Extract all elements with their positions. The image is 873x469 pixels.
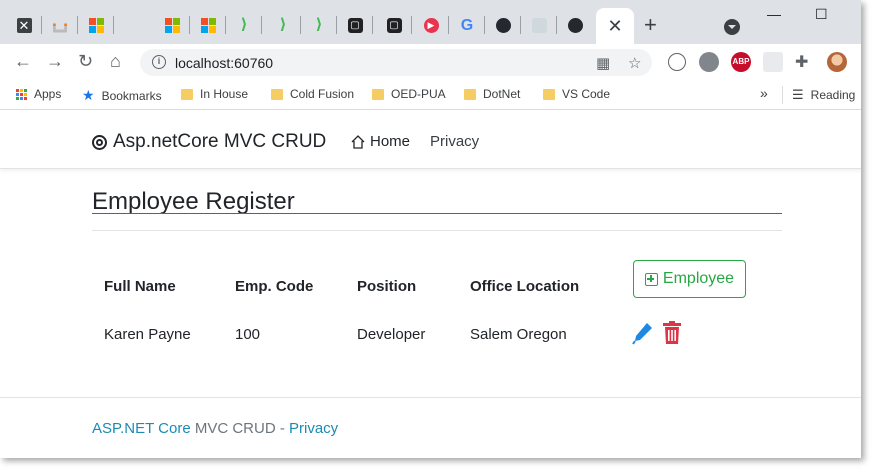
github-icon — [567, 17, 583, 33]
bookmark-vs-code[interactable]: VS Code — [543, 87, 610, 101]
browser-toolbar: ← → ↻ ⌂ i localhost:60760 ▦ ☆ ABP ✚ — [0, 44, 861, 80]
star-icon: ★ — [82, 87, 95, 103]
page-content: Asp.netCore MVC CRUD Home Privacy Employ… — [0, 111, 861, 458]
red-play-icon: ▶ — [423, 17, 439, 33]
close-tab-icon[interactable]: ✕ — [607, 16, 622, 37]
edit-pen-icon[interactable] — [632, 321, 654, 345]
green-arrow-icon: ⟩ — [279, 16, 287, 33]
folder-icon — [464, 88, 476, 100]
footer-text: MVC CRUD - — [190, 420, 289, 437]
tab-10[interactable]: ▢ — [381, 12, 407, 38]
tab-5[interactable] — [195, 12, 221, 38]
footer-home-link[interactable]: ASP.NET Core — [92, 420, 191, 437]
microsoft-icon — [164, 17, 180, 33]
delete-trash-icon[interactable] — [662, 321, 682, 345]
dark-app-icon: ▢ — [386, 17, 402, 33]
tab-12[interactable]: G — [454, 12, 480, 38]
green-arrow-icon: ⟩ — [315, 16, 323, 33]
tab-strip: ✕ ⟩ ⟩ ⟩ ▢ ▢ ▶ G ✕ + — ☐ — [0, 0, 861, 44]
column-header-emp-code: Emp. Code — [235, 278, 314, 295]
footer-divider — [0, 397, 861, 398]
bookmark-star-icon[interactable]: ☆ — [628, 54, 641, 72]
address-text[interactable]: localhost:60760 — [175, 55, 273, 71]
tab-7[interactable]: ⟩ — [270, 12, 296, 38]
bookmark-cold-fusion[interactable]: Cold Fusion — [271, 87, 354, 101]
folder-icon — [372, 88, 384, 100]
back-icon[interactable]: ← — [14, 50, 32, 72]
microsoft-icon — [88, 17, 104, 33]
tab-14[interactable] — [526, 12, 552, 38]
target-icon — [92, 134, 107, 150]
site-brand[interactable]: Asp.netCore MVC CRUD — [92, 131, 326, 153]
stackoverflow-icon — [53, 23, 67, 33]
forward-icon[interactable]: → — [46, 50, 64, 72]
bookmark-dotnet[interactable]: DotNet — [464, 87, 520, 101]
nav-home-link[interactable]: Home — [350, 133, 410, 150]
nav-privacy-link[interactable]: Privacy — [430, 133, 479, 150]
tab-1[interactable]: ✕ — [11, 12, 37, 38]
qr-code-icon[interactable]: ▦ — [596, 54, 610, 72]
google-icon: G — [460, 16, 474, 34]
address-bar[interactable]: i localhost:60760 ▦ ☆ — [140, 49, 652, 76]
bookmark-bookmarks[interactable]: ★ Bookmarks — [82, 87, 162, 104]
page-title: Employee Register — [92, 188, 295, 215]
column-header-full-name: Full Name — [104, 278, 176, 295]
footer-privacy-link[interactable]: Privacy — [289, 420, 338, 437]
tab-11[interactable]: ▶ — [418, 12, 444, 38]
cell-full-name: Karen Payne — [104, 326, 191, 343]
tab-15[interactable] — [562, 12, 588, 38]
active-tab[interactable]: ✕ — [596, 8, 634, 44]
github-icon — [495, 17, 511, 33]
adblock-icon[interactable]: ABP — [731, 52, 751, 72]
microsoft-icon — [200, 17, 216, 33]
site-footer: ASP.NET Core MVC CRUD - Privacy — [92, 420, 338, 437]
plus-square-icon — [644, 272, 658, 286]
house-icon — [351, 134, 365, 149]
tab-4[interactable] — [159, 12, 185, 38]
browser-window: ✕ ⟩ ⟩ ⟩ ▢ ▢ ▶ G ✕ + — ☐ ← → ↻ ⌂ i localh… — [0, 0, 861, 458]
folder-icon — [271, 88, 283, 100]
tab-6[interactable]: ⟩ — [231, 12, 257, 38]
green-arrow-icon: ⟩ — [240, 16, 248, 33]
tab-search-icon[interactable] — [724, 19, 740, 35]
column-header-office-location: Office Location — [470, 278, 580, 295]
tab-2[interactable] — [47, 12, 73, 38]
title-underline — [92, 213, 782, 214]
reading-list-icon: ☰ — [792, 87, 804, 102]
bookmarks-bar: Apps ★ Bookmarks In House Cold Fusion OE… — [0, 80, 861, 110]
close-x-favicon-icon: ✕ — [16, 17, 32, 33]
tab-13[interactable] — [490, 12, 516, 38]
folder-icon — [543, 88, 555, 100]
extension-code-icon[interactable] — [668, 53, 686, 71]
divider — [92, 230, 782, 231]
reload-icon[interactable]: ↻ — [78, 50, 93, 72]
bookmark-oed-pua[interactable]: OED-PUA — [372, 87, 446, 101]
cell-position: Developer — [357, 326, 426, 343]
info-icon[interactable]: i — [152, 55, 166, 69]
apps-icon — [16, 88, 27, 100]
extension-gear-icon[interactable] — [699, 52, 719, 72]
maximize-icon[interactable]: ☐ — [815, 6, 828, 23]
extension-blank-icon[interactable] — [763, 52, 783, 72]
site-navbar: Asp.netCore MVC CRUD Home Privacy — [0, 111, 861, 169]
bookmark-apps[interactable]: Apps — [16, 87, 61, 101]
reading-list-button[interactable]: ☰ Reading — [792, 87, 855, 103]
home-icon[interactable]: ⌂ — [110, 50, 121, 72]
more-bookmarks-button[interactable]: » — [760, 85, 768, 101]
folder-icon — [181, 88, 193, 100]
column-header-position: Position — [357, 278, 417, 295]
tab-8[interactable]: ⟩ — [306, 12, 332, 38]
add-employee-button[interactable]: Employee — [633, 260, 746, 298]
extensions-puzzle-icon[interactable]: ✚ — [795, 52, 808, 74]
cell-emp-code: 100 — [235, 326, 261, 343]
cell-office-location: Salem Oregon — [470, 326, 567, 343]
minimize-icon[interactable]: — — [767, 6, 781, 22]
dark-app-icon: ▢ — [347, 17, 363, 33]
profile-avatar[interactable] — [827, 52, 847, 72]
bookmark-in-house[interactable]: In House — [181, 87, 248, 101]
new-tab-button[interactable]: + — [644, 14, 657, 36]
light-app-icon — [531, 17, 547, 33]
tab-9[interactable]: ▢ — [342, 12, 368, 38]
tab-3[interactable] — [83, 12, 109, 38]
